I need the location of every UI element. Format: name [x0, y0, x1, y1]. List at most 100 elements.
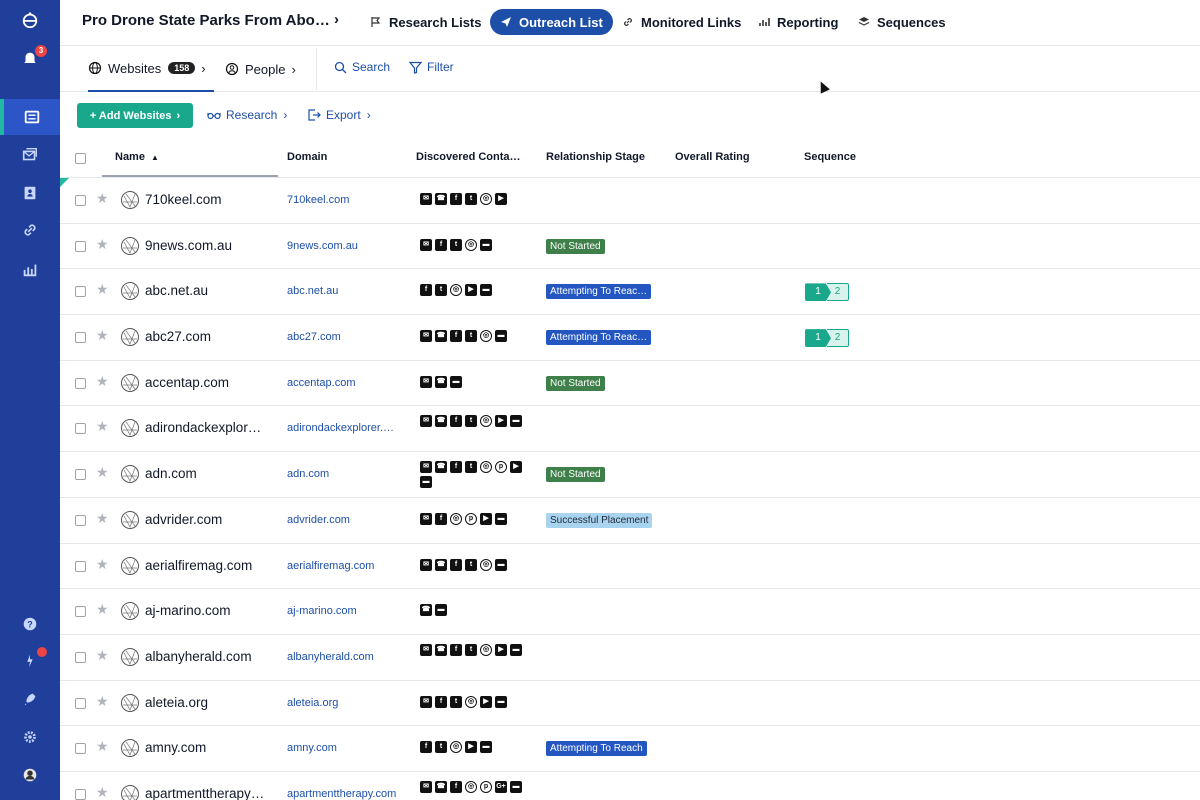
- table-row[interactable]: ★ aleteia.org aleteia.org ✉ f t ◎ ▶ ▬: [60, 681, 1200, 727]
- add-websites-button[interactable]: + Add Websites ›: [77, 103, 193, 128]
- export-button[interactable]: Export ›: [307, 108, 371, 122]
- facebook-icon[interactable]: f: [450, 780, 462, 793]
- form-icon[interactable]: ▬: [495, 330, 507, 343]
- domain-link[interactable]: adirondackexplorer.…: [287, 422, 394, 434]
- rail-outreach-list-icon[interactable]: [0, 99, 60, 135]
- site-name[interactable]: aj-marino.com: [145, 603, 231, 618]
- youtube-icon[interactable]: ▶: [465, 741, 477, 754]
- nav-sequences[interactable]: Sequences: [848, 9, 956, 35]
- relationship-stage-badge[interactable]: Not Started: [546, 375, 605, 391]
- youtube-icon[interactable]: ▶: [495, 415, 507, 428]
- app-logo-icon[interactable]: [0, 2, 60, 38]
- rail-reporting-icon[interactable]: [0, 251, 60, 287]
- relationship-stage-badge[interactable]: Attempting To Reac…: [546, 330, 652, 346]
- row-checkbox[interactable]: [75, 743, 86, 755]
- domain-link[interactable]: aerialfiremag.com: [287, 560, 374, 572]
- column-domain-header[interactable]: Domain: [287, 151, 327, 163]
- twitter-icon[interactable]: t: [465, 643, 477, 656]
- youtube-icon[interactable]: ▶: [495, 643, 507, 656]
- table-row[interactable]: ★ abc27.com abc27.com ✉ ☎ f t ◎ ▬ Attempting To R…: [60, 315, 1200, 361]
- site-name[interactable]: 710keel.com: [145, 192, 222, 207]
- email-icon[interactable]: ✉: [420, 695, 432, 708]
- star-icon[interactable]: ★: [96, 190, 109, 207]
- facebook-icon[interactable]: f: [450, 193, 462, 205]
- facebook-icon[interactable]: f: [450, 415, 462, 428]
- star-icon[interactable]: ★: [96, 647, 109, 664]
- twitter-icon[interactable]: t: [435, 741, 447, 754]
- form-icon[interactable]: ▬: [420, 476, 432, 489]
- relationship-stage-badge[interactable]: Attempting To Reach: [546, 741, 647, 757]
- email-icon[interactable]: ✉: [420, 238, 432, 251]
- project-title[interactable]: Pro Drone State Parks From Abo…: [82, 12, 330, 29]
- relationship-stage-badge[interactable]: Not Started: [546, 238, 605, 254]
- form-icon[interactable]: ▬: [495, 558, 507, 571]
- column-stage-header[interactable]: Relationship Stage: [546, 151, 645, 163]
- site-name[interactable]: aleteia.org: [145, 695, 208, 710]
- instagram-icon[interactable]: ◎: [480, 461, 492, 474]
- email-icon[interactable]: ✉: [420, 193, 432, 205]
- domain-link[interactable]: 710keel.com: [287, 194, 349, 206]
- site-name[interactable]: adirondackexplor…: [145, 420, 261, 435]
- row-checkbox[interactable]: [75, 788, 86, 800]
- row-checkbox[interactable]: [75, 697, 86, 709]
- twitter-icon[interactable]: t: [435, 284, 447, 297]
- help-icon[interactable]: ?: [0, 606, 60, 642]
- youtube-icon[interactable]: ▶: [510, 461, 522, 474]
- research-button[interactable]: Research ›: [207, 108, 287, 122]
- sequence-progress[interactable]: 12: [805, 283, 849, 302]
- star-icon[interactable]: ★: [96, 281, 109, 298]
- star-icon[interactable]: ★: [96, 693, 109, 710]
- domain-link[interactable]: advrider.com: [287, 514, 350, 526]
- table-row[interactable]: ★ aerialfiremag.com aerialfiremag.com ✉ ☎ f t ◎…: [60, 544, 1200, 590]
- facebook-icon[interactable]: f: [450, 461, 462, 474]
- instagram-icon[interactable]: ◎: [465, 780, 477, 793]
- settings-gear-icon[interactable]: [0, 719, 60, 755]
- domain-link[interactable]: accentap.com: [287, 377, 355, 389]
- domain-link[interactable]: aj-marino.com: [287, 605, 357, 617]
- email-icon[interactable]: ✉: [420, 512, 432, 525]
- phone-icon[interactable]: ☎: [420, 604, 432, 617]
- row-checkbox[interactable]: [75, 286, 86, 298]
- google-plus-icon[interactable]: G+: [495, 780, 507, 793]
- instagram-icon[interactable]: ◎: [480, 415, 492, 428]
- user-avatar[interactable]: [0, 757, 60, 793]
- table-row[interactable]: ★ 9news.com.au 9news.com.au ✉ f t ◎ ▬ Not Starte…: [60, 224, 1200, 270]
- rail-contacts-icon[interactable]: [0, 175, 60, 211]
- row-checkbox[interactable]: [75, 469, 86, 481]
- nav-reporting[interactable]: Reporting: [748, 9, 848, 35]
- star-icon[interactable]: ★: [96, 327, 109, 344]
- star-icon[interactable]: ★: [96, 784, 109, 800]
- facebook-icon[interactable]: f: [420, 284, 432, 297]
- search-button[interactable]: Search: [334, 60, 390, 74]
- form-icon[interactable]: ▬: [480, 238, 492, 251]
- table-row[interactable]: ★ albanyherald.com albanyherald.com ✉ ☎ f t ◎ ▶ ▬: [60, 635, 1200, 681]
- twitter-icon[interactable]: t: [465, 461, 477, 474]
- column-name-header[interactable]: Name ▲: [115, 151, 159, 163]
- table-row[interactable]: ★ apartmenttherapy… apartmenttherapy.com ✉ ☎…: [60, 772, 1200, 800]
- form-icon[interactable]: ▬: [510, 415, 522, 428]
- tab-websites[interactable]: Websites 158 ›: [88, 46, 214, 92]
- column-sequence-header[interactable]: Sequence: [804, 151, 856, 163]
- whats-new-icon[interactable]: [0, 643, 60, 679]
- pinterest-icon[interactable]: p: [495, 461, 507, 474]
- site-name[interactable]: 9news.com.au: [145, 238, 232, 253]
- domain-link[interactable]: aleteia.org: [287, 697, 338, 709]
- rocket-icon[interactable]: [0, 681, 60, 717]
- instagram-icon[interactable]: ◎: [465, 238, 477, 251]
- instagram-icon[interactable]: ◎: [480, 643, 492, 656]
- form-icon[interactable]: ▬: [480, 284, 492, 297]
- youtube-icon[interactable]: ▶: [495, 193, 507, 205]
- row-checkbox[interactable]: [75, 332, 86, 344]
- site-name[interactable]: advrider.com: [145, 512, 222, 527]
- domain-link[interactable]: apartmenttherapy.com: [287, 788, 396, 800]
- instagram-icon[interactable]: ◎: [450, 512, 462, 525]
- site-name[interactable]: apartmenttherapy…: [145, 786, 264, 800]
- facebook-icon[interactable]: f: [450, 330, 462, 343]
- star-icon[interactable]: ★: [96, 738, 109, 755]
- form-icon[interactable]: ▬: [510, 643, 522, 656]
- facebook-icon[interactable]: f: [435, 695, 447, 708]
- twitter-icon[interactable]: t: [465, 330, 477, 343]
- phone-icon[interactable]: ☎: [435, 193, 447, 205]
- star-icon[interactable]: ★: [96, 236, 109, 253]
- domain-link[interactable]: abc.net.au: [287, 285, 338, 297]
